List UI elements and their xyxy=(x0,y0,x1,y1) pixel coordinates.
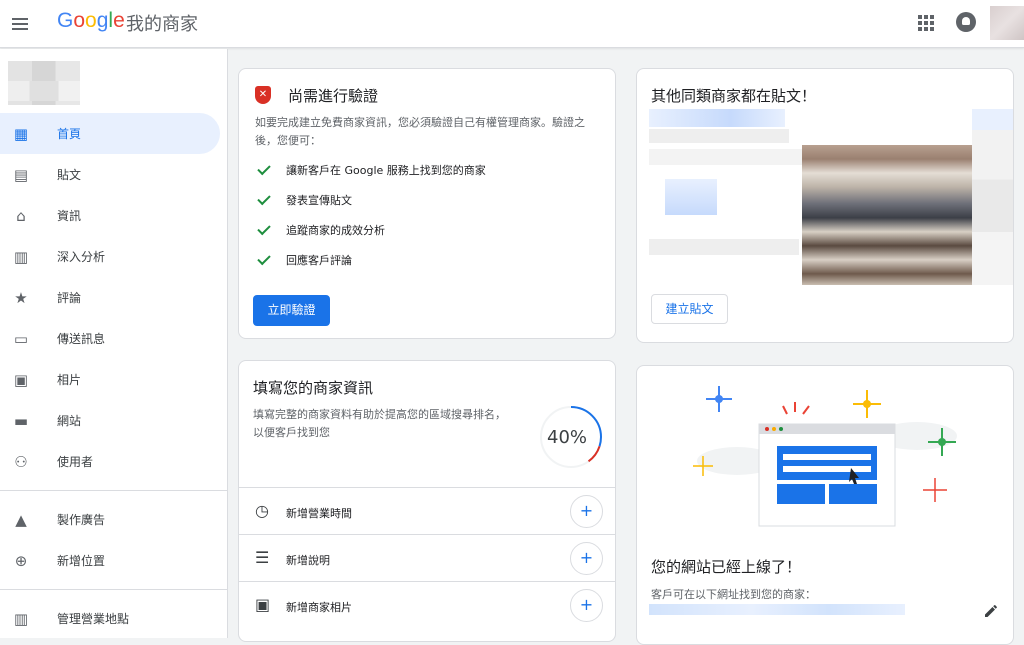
message-icon: ▭ xyxy=(13,330,29,348)
star-icon: ★ xyxy=(14,289,28,307)
verify-now-button[interactable]: 立即驗證 xyxy=(253,295,330,326)
logo-letter: G xyxy=(57,9,74,32)
add-location-icon: ⊕ xyxy=(14,552,28,570)
sidebar-item-add-location[interactable]: ⊕ 新增位置 xyxy=(0,540,228,581)
posts-icon: ▤ xyxy=(13,166,29,184)
add-user-icon: ⚇ xyxy=(14,453,28,471)
sidebar: ▦ 首頁 ▤ 貼文 ⌂ 資訊 ▥ 深入分析 ★ 評論 ▭ 傳送訊息 ▣ 相片 ▬ 網站 ⚇ 使用者 ▲ 製作廣告 ⊕ 新增… xyxy=(0,49,228,638)
storefront-icon: ⌂ xyxy=(16,207,26,225)
avatar[interactable] xyxy=(990,6,1024,40)
check-icon xyxy=(257,251,271,266)
shield-warning-icon: ✕ xyxy=(255,86,271,104)
benefit-text: 讓新客戶在 Google 服務上找到您的商家 xyxy=(286,164,486,177)
sidebar-item-dashboard[interactable]: ▦ 首頁 xyxy=(0,113,220,154)
sidebar-item-label: 深入分析 xyxy=(57,250,106,264)
insights-icon: ▥ xyxy=(13,248,29,266)
notifications-icon[interactable] xyxy=(956,12,976,32)
menu-icon[interactable] xyxy=(10,12,34,36)
sidebar-item-manage-locations[interactable]: ▥ 管理營業地點 xyxy=(0,598,228,639)
sidebar-item-label: 傳送訊息 xyxy=(57,332,106,346)
sidebar-item-label: 首頁 xyxy=(57,127,82,141)
profile-progress-ring: 40% xyxy=(539,405,603,469)
card-description: 填寫完整的商家資料有助於提高您的區域搜尋排名，以便客戶找到您 xyxy=(253,408,506,439)
add-button[interactable]: + xyxy=(570,542,603,575)
logo-letter: o xyxy=(73,9,86,32)
sidebar-item-label: 貼文 xyxy=(57,168,82,182)
sidebar-item-add-user[interactable]: ⚇ 使用者 xyxy=(0,441,228,482)
sidebar-item-label: 製作廣告 xyxy=(57,513,106,527)
sidebar-item-label: 網站 xyxy=(57,414,82,428)
card-title: 尚需進行驗證 xyxy=(288,87,379,105)
website-url[interactable] xyxy=(649,604,905,615)
card-description: 客戶可在以下網址找到您的商家： xyxy=(651,588,816,601)
sidebar-divider xyxy=(0,589,228,590)
sidebar-item-storefront[interactable]: ⌂ 資訊 xyxy=(0,195,228,236)
check-icon xyxy=(257,161,271,176)
clock-icon: ◷ xyxy=(255,501,269,520)
sidebar-item-label: 使用者 xyxy=(57,455,94,469)
task-label: 新增營業時間 xyxy=(286,507,352,520)
sidebar-item-label: 相片 xyxy=(57,373,82,387)
check-icon xyxy=(257,221,271,236)
photos-icon: ▣ xyxy=(13,371,29,389)
sidebar-item-posts[interactable]: ▤ 貼文 xyxy=(0,154,228,195)
description-icon: ☰ xyxy=(255,548,270,567)
check-icon xyxy=(257,191,271,206)
profile-task-row[interactable]: ▣ 新增商家相片 + xyxy=(239,581,615,628)
posts-suggestion-card: 其他同類商家都在貼文！ 建立貼文 xyxy=(636,68,1014,343)
manage-locations-icon: ▥ xyxy=(13,610,29,628)
sidebar-item-label: 評論 xyxy=(57,291,82,305)
logo-letter: g xyxy=(96,9,109,32)
sidebar-item-label: 新增位置 xyxy=(57,554,106,568)
task-label: 新增商家相片 xyxy=(286,601,352,614)
card-description: 如要完成建立免費商家資訊，您必須驗證自己有權管理商家。驗證之後，您便可： xyxy=(255,116,585,147)
add-button[interactable]: + xyxy=(570,589,603,622)
add-photo-icon: ▣ xyxy=(255,595,271,614)
profile-task-row[interactable]: ☰ 新增說明 + xyxy=(239,534,615,581)
website-icon: ▬ xyxy=(13,412,29,430)
dashboard-icon: ▦ xyxy=(13,125,29,143)
card-title: 其他同類商家都在貼文！ xyxy=(651,87,817,105)
sidebar-item-star[interactable]: ★ 評論 xyxy=(0,277,228,318)
card-title: 您的網站已經上線了！ xyxy=(651,558,802,576)
logo-letter: e xyxy=(113,9,125,32)
sidebar-item-label: 資訊 xyxy=(57,209,82,223)
create-post-button[interactable]: 建立貼文 xyxy=(651,294,728,324)
add-button[interactable]: + xyxy=(570,495,603,528)
sidebar-divider xyxy=(0,490,228,491)
complete-profile-card: 填寫您的商家資訊 填寫完整的商家資料有助於提高您的區域搜尋排名，以便客戶找到您 … xyxy=(238,360,616,642)
top-app-bar: Google 我的商家 xyxy=(0,0,1024,48)
edit-icon[interactable] xyxy=(983,603,999,619)
google-logo[interactable]: Google xyxy=(57,9,125,33)
profile-task-list: ◷ 新增營業時間 + ☰ 新增說明 + ▣ 新增商家相片 + xyxy=(239,487,615,628)
product-name: 我的商家 xyxy=(126,14,198,35)
sample-posts-preview xyxy=(649,109,1013,285)
sidebar-item-insights[interactable]: ▥ 深入分析 xyxy=(0,236,228,277)
benefit-text: 回應客戶評論 xyxy=(286,254,352,267)
logo-letter: o xyxy=(85,9,97,32)
sidebar-item-photos[interactable]: ▣ 相片 xyxy=(0,359,228,400)
sidebar-nav: ▦ 首頁 ▤ 貼文 ⌂ 資訊 ▥ 深入分析 ★ 評論 ▭ 傳送訊息 ▣ 相片 ▬ 網站 ⚇ 使用者 ▲ 製作廣告 ⊕ 新增… xyxy=(0,113,228,639)
verification-card: ✕ 尚需進行驗證 如要完成建立免費商家資訊，您必須驗證自己有權管理商家。驗證之後… xyxy=(238,68,616,339)
sidebar-item-website[interactable]: ▬ 網站 xyxy=(0,400,228,441)
apps-icon[interactable] xyxy=(918,15,934,31)
sidebar-item-label: 管理營業地點 xyxy=(57,612,130,626)
sidebar-item-message[interactable]: ▭ 傳送訊息 xyxy=(0,318,228,359)
task-label: 新增說明 xyxy=(286,554,330,567)
sidebar-item-ads[interactable]: ▲ 製作廣告 xyxy=(0,499,228,540)
benefit-text: 追蹤商家的成效分析 xyxy=(286,224,385,237)
website-illustration xyxy=(693,386,957,527)
ads-icon: ▲ xyxy=(15,511,27,529)
profile-task-row[interactable]: ◷ 新增營業時間 + xyxy=(239,487,615,534)
benefit-text: 發表宣傳貼文 xyxy=(286,194,352,207)
business-thumbnail[interactable] xyxy=(8,61,80,105)
card-title: 填寫您的商家資訊 xyxy=(253,379,374,397)
website-live-card: 您的網站已經上線了！ 客戶可在以下網址找到您的商家： xyxy=(636,365,1014,645)
progress-percent: 40% xyxy=(547,427,588,448)
